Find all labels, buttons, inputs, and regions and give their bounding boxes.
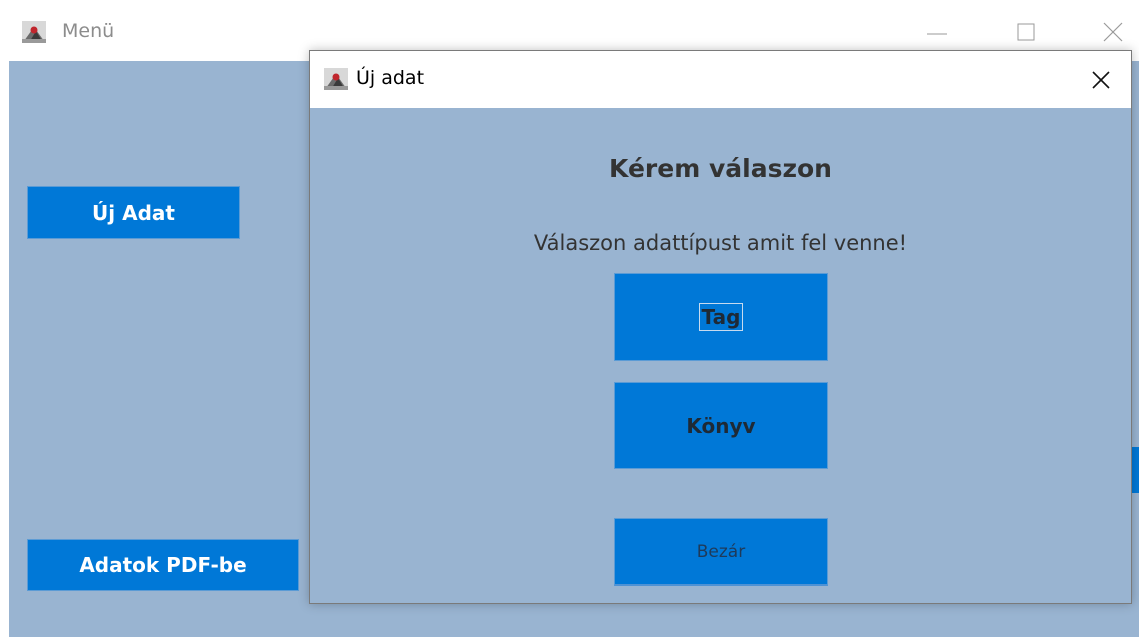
export-pdf-button[interactable]: Adatok PDF-be bbox=[27, 539, 299, 591]
member-button[interactable]: Tag bbox=[614, 273, 828, 361]
book-button-label: Könyv bbox=[686, 413, 756, 438]
close-button-label: Bezár bbox=[696, 541, 746, 562]
new-data-dialog: Új adat Kérem válaszon Válaszon adattípu… bbox=[309, 50, 1132, 604]
new-data-button[interactable]: Új Adat bbox=[27, 186, 240, 239]
dialog-prompt: Válaszon adattípust amit fel venne! bbox=[533, 231, 908, 255]
book-button[interactable]: Könyv bbox=[614, 382, 828, 469]
dialog-title: Új adat bbox=[356, 67, 425, 89]
java-app-icon bbox=[324, 68, 348, 90]
minimize-icon[interactable] bbox=[922, 17, 952, 47]
dialog-heading: Kérem válaszon bbox=[609, 154, 832, 183]
member-button-label: Tag bbox=[698, 303, 744, 331]
dialog-titlebar[interactable]: Új adat bbox=[310, 51, 1131, 108]
window-left-edge bbox=[0, 61, 9, 637]
close-button[interactable]: Bezár bbox=[614, 518, 828, 586]
java-app-icon bbox=[22, 21, 46, 43]
close-icon[interactable] bbox=[1088, 67, 1114, 93]
main-window-title: Menü bbox=[62, 20, 115, 42]
maximize-icon[interactable] bbox=[1012, 17, 1042, 47]
hidden-button-edge[interactable] bbox=[1131, 447, 1139, 493]
close-icon[interactable] bbox=[1098, 17, 1128, 47]
